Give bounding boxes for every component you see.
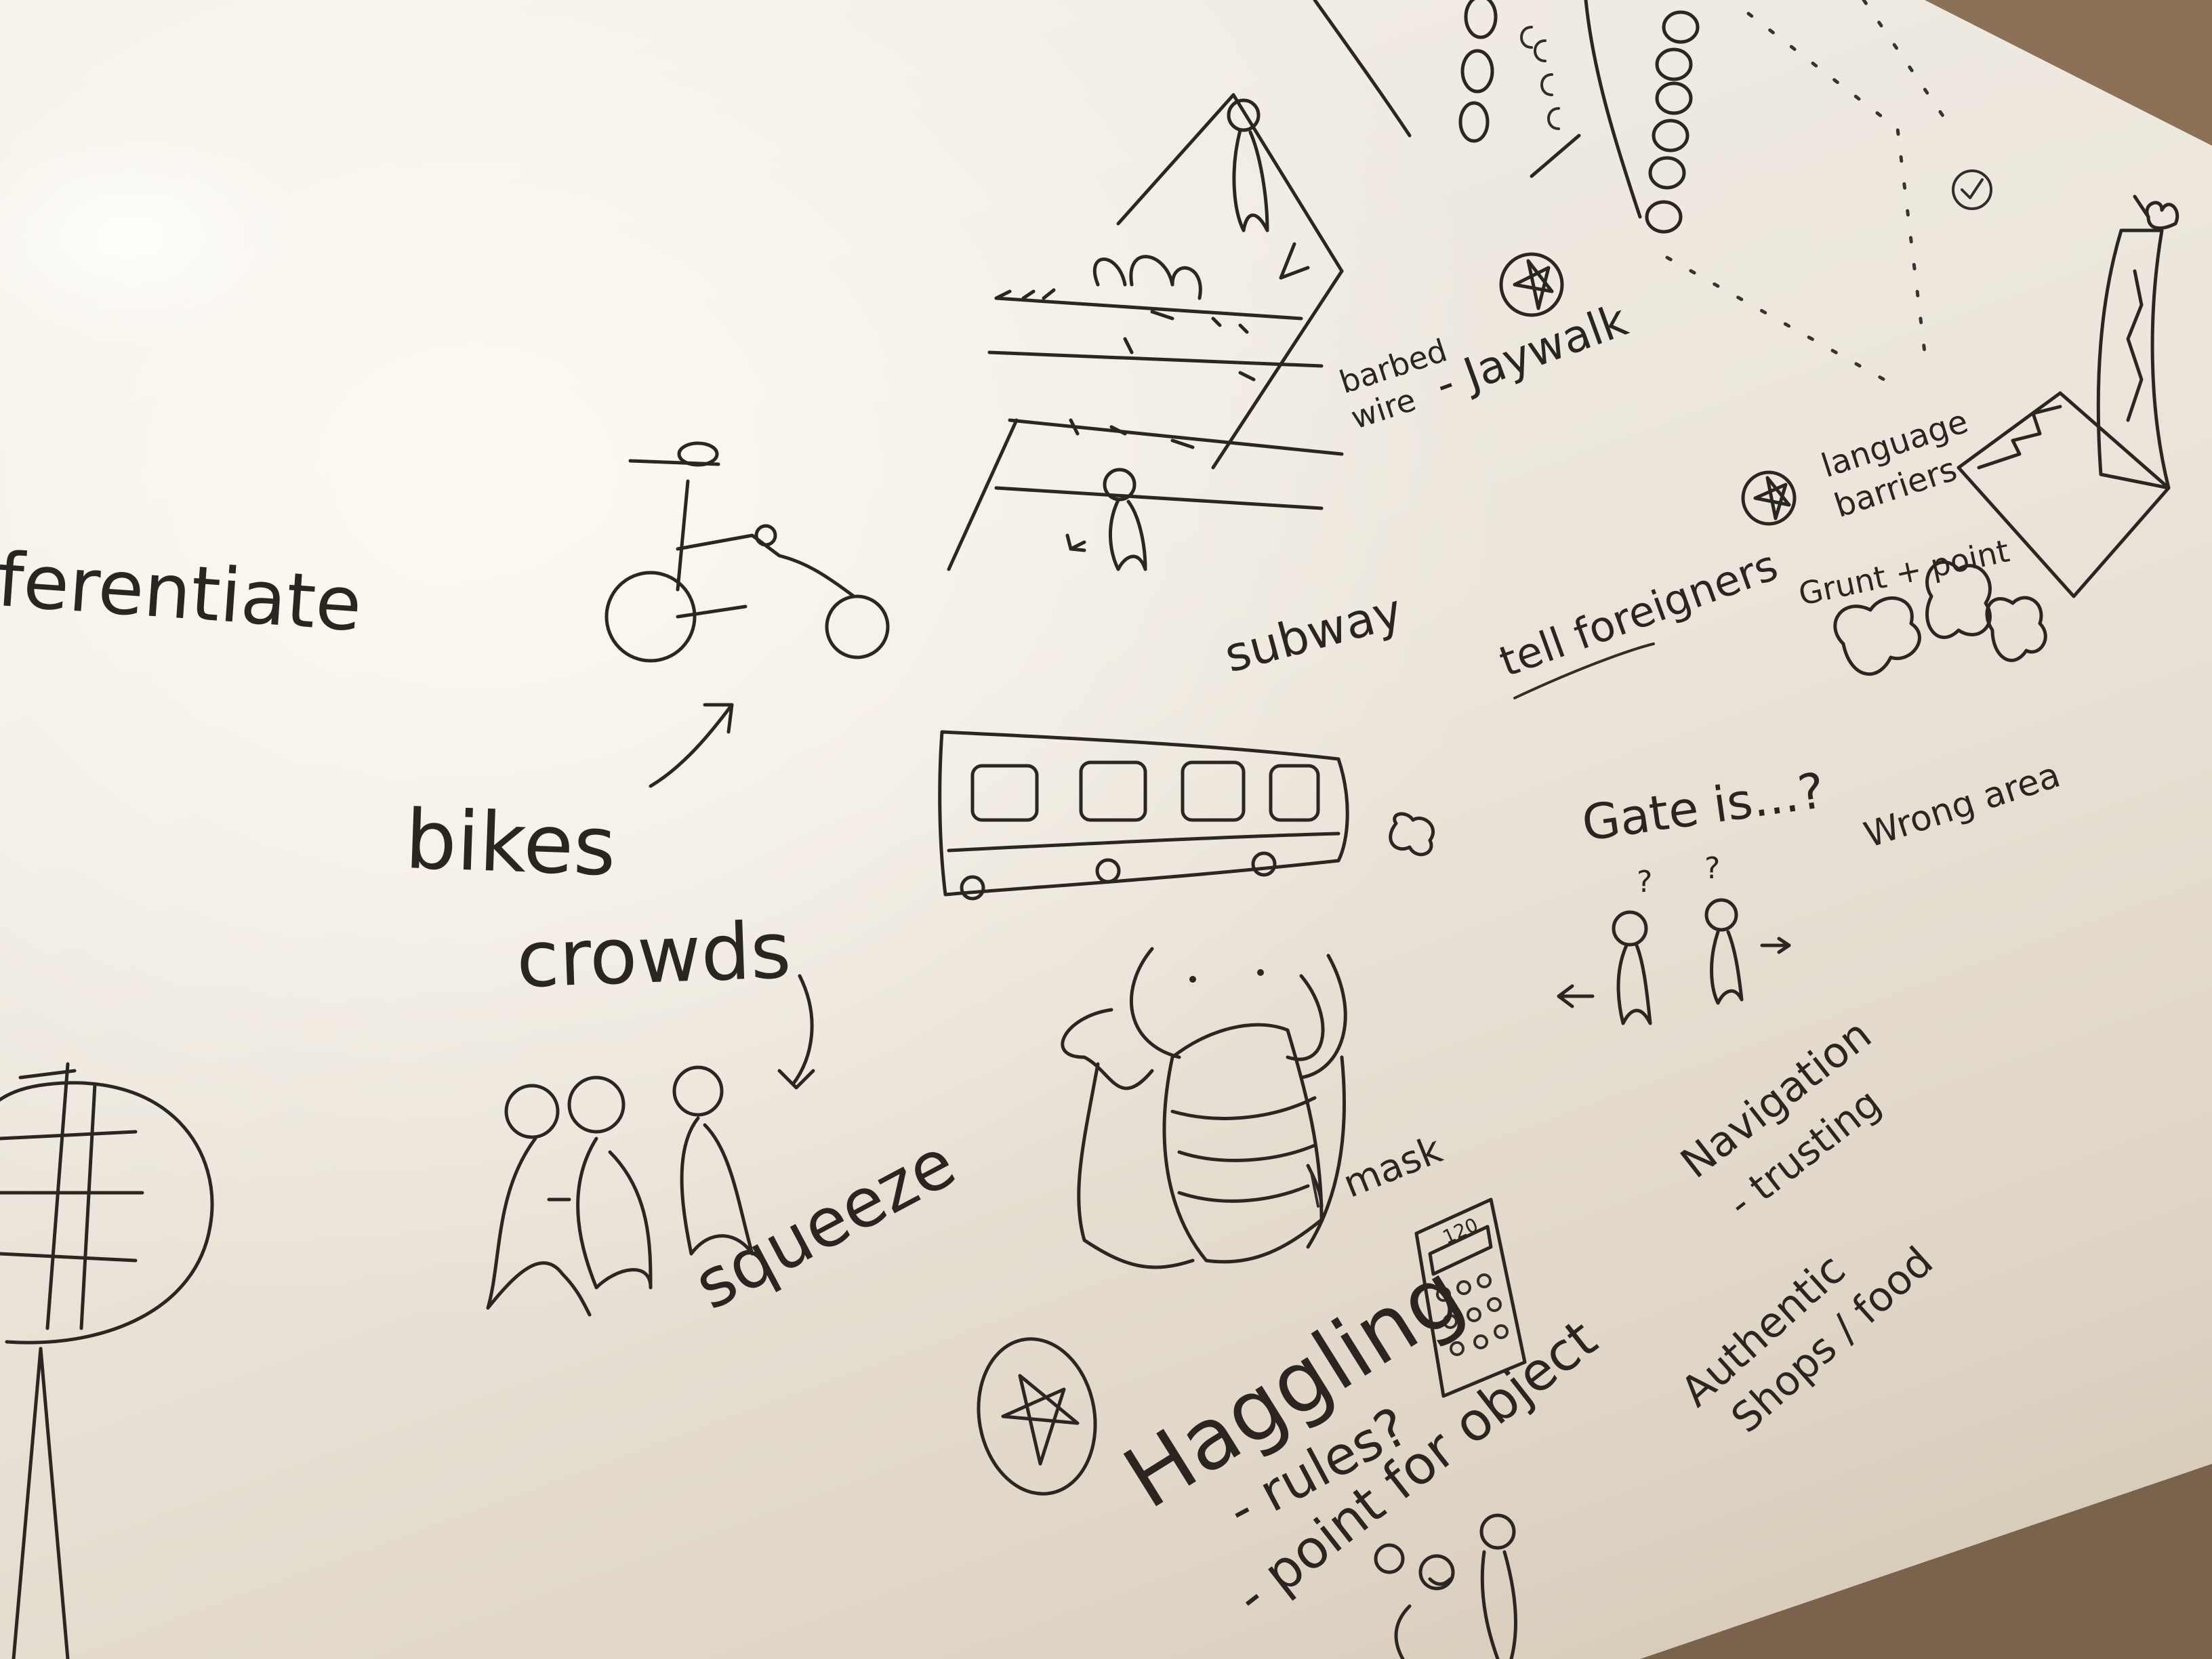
note-crowds: crowds xyxy=(514,905,793,1006)
note-question-1: ? xyxy=(1637,865,1653,899)
jaywalk-star-icon xyxy=(1499,252,1564,317)
barbed-wire-sketch xyxy=(947,93,1344,571)
gate-people-sketch xyxy=(1557,898,1791,1025)
crossed-circle-sketch xyxy=(0,1062,214,1659)
whiteboard: ferentiate bikes crowds squeeze subway m… xyxy=(0,0,2212,1659)
note-question-2: ? xyxy=(1704,851,1721,886)
note-bikes: bikes xyxy=(403,793,618,895)
subway-train-sketch xyxy=(938,730,1435,901)
haggling-people-sketch xyxy=(1374,1513,1518,1659)
mask-sketch xyxy=(1061,947,1347,1269)
bike-sketch xyxy=(605,441,890,788)
circle-chain-sketch xyxy=(1313,0,1992,382)
haggling-star-icon xyxy=(977,1337,1097,1496)
language-star-icon xyxy=(1741,470,1797,526)
